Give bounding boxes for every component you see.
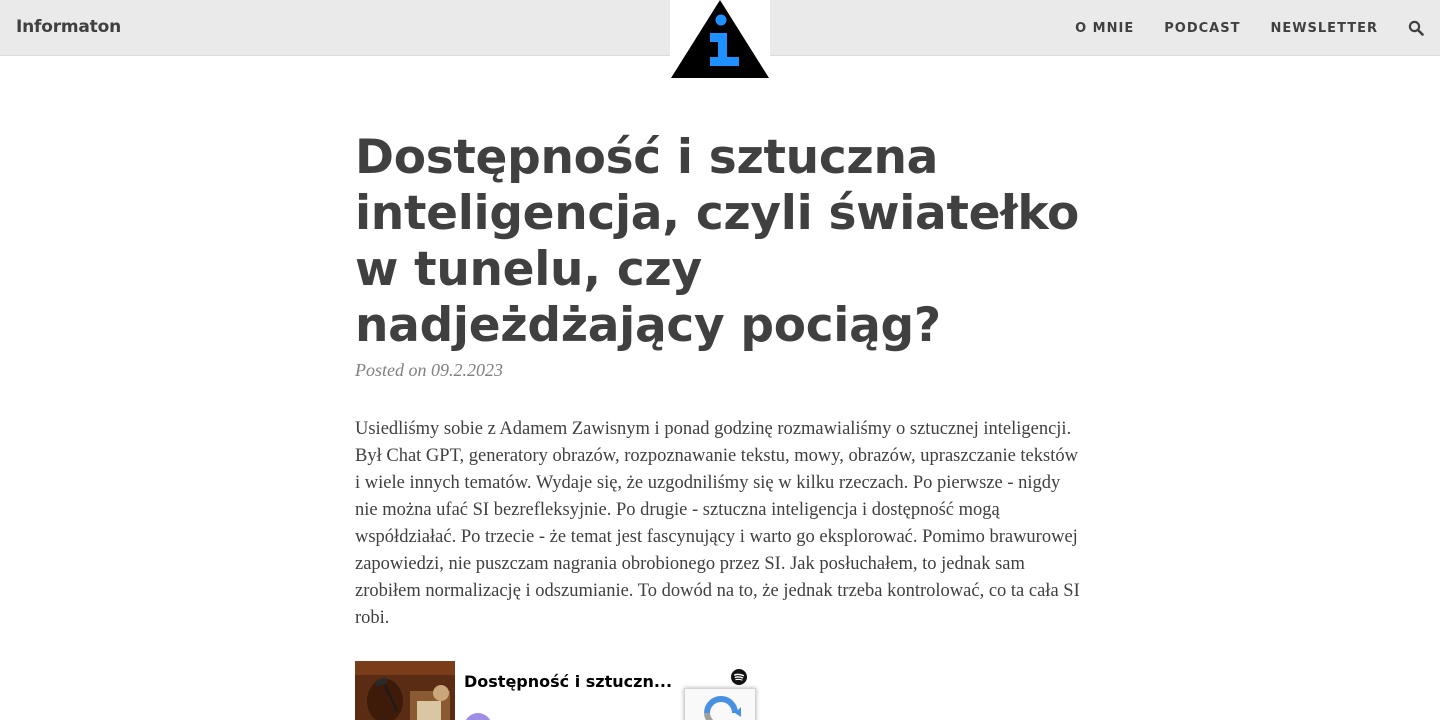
podcast-avatar	[464, 713, 492, 720]
post-date: Posted on 09.2.2023	[355, 360, 503, 380]
nav-link-podcast[interactable]: PODCAST	[1164, 21, 1240, 36]
site-brand-link[interactable]: Informaton	[16, 16, 121, 38]
episode-title[interactable]: Dostępność i sztuczn...	[464, 672, 672, 691]
episode-cover-image	[355, 661, 455, 720]
info-triangle-logo[interactable]	[670, 0, 770, 80]
recaptcha-badge[interactable]	[684, 688, 756, 720]
article-title: Dostępność i sztuczna inteligencja, czyl…	[355, 130, 1080, 353]
article-body: Usiedliśmy sobie z Adamem Zawisnym i pon…	[355, 419, 1080, 628]
top-navbar: Informaton O MNIE PODCAST NEWSLETTER	[0, 0, 1440, 80]
nav-link-o-mnie[interactable]: O MNIE	[1075, 21, 1134, 36]
nav-link-newsletter[interactable]: NEWSLETTER	[1270, 21, 1378, 36]
main-nav: O MNIE PODCAST NEWSLETTER	[1045, 0, 1424, 56]
search-icon[interactable]	[1408, 20, 1424, 36]
spotify-icon[interactable]	[731, 669, 747, 685]
article: Dostępność i sztuczna inteligencja, czyl…	[355, 130, 1085, 651]
